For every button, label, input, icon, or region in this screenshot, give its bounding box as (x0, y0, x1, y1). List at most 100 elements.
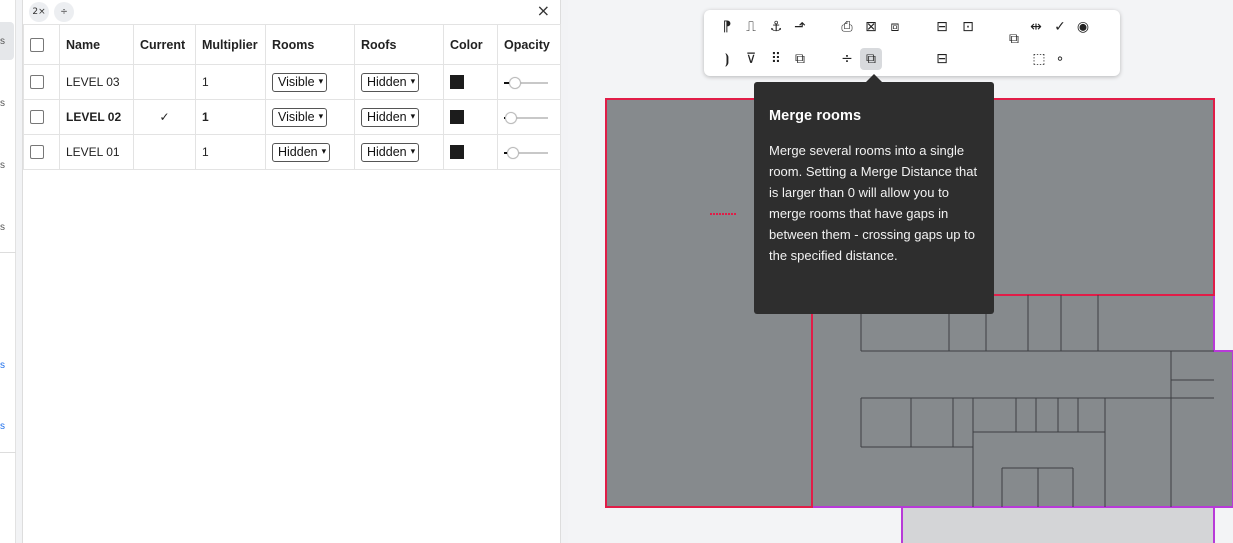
level-name[interactable]: LEVEL 01 (59, 134, 134, 170)
column-header-rooms[interactable]: Rooms (265, 24, 355, 65)
spacing-button[interactable]: ÷ (54, 2, 74, 22)
column-header-current[interactable]: Current (133, 24, 196, 65)
row-select-cell[interactable] (23, 134, 60, 170)
rooms-select-value: Visible (278, 110, 315, 124)
sidebar-item-fragment[interactable]: s (0, 421, 5, 432)
chevron-down-icon: ▾ (410, 147, 416, 157)
sidebar-item-fragment[interactable]: s (0, 160, 5, 171)
roofs-cell: Hidden ▾ (354, 134, 444, 170)
current-indicator[interactable]: ✓ (133, 99, 196, 135)
roofs-select[interactable]: Hidden ▾ (361, 107, 420, 127)
distribute-tool-icon[interactable]: ÷ (836, 48, 858, 70)
sidebar-item-fragment[interactable]: s (0, 36, 5, 47)
select-all-header[interactable] (23, 24, 60, 65)
row-checkbox[interactable] (30, 110, 44, 125)
column-header-color[interactable]: Color (443, 24, 498, 65)
multiplier-value[interactable]: 1 (195, 64, 266, 100)
center-square-tool-icon[interactable]: ⊡ (957, 16, 979, 38)
multiplier-button[interactable]: 2× (29, 2, 49, 22)
chevron-down-icon: ▾ (318, 77, 324, 87)
tooltip-title: Merge rooms (769, 108, 862, 124)
rooms-select[interactable]: Visible ▾ (272, 107, 328, 127)
sidebar-item-fragment[interactable]: s (0, 222, 5, 233)
multiplier-value[interactable]: 1 (195, 134, 266, 170)
opacity-cell (497, 64, 561, 100)
grid-dots-tool-icon[interactable]: ⠿ (765, 48, 787, 70)
column-header-roofs[interactable]: Roofs (354, 24, 444, 65)
dotted-box-tool-icon[interactable]: ⬚ (1028, 48, 1050, 70)
current-indicator[interactable] (133, 64, 196, 100)
circle-tool-icon[interactable]: ∘ (1049, 48, 1071, 70)
slider-thumb[interactable] (507, 146, 519, 159)
row-checkbox[interactable] (30, 145, 44, 160)
level-name[interactable]: LEVEL 03 (59, 64, 134, 100)
column-header-name[interactable]: Name (59, 24, 134, 65)
level-row[interactable]: LEVEL 02 ✓ 1 Visible ▾ Hidden ▾ (23, 99, 561, 135)
rooms-select-value: Hidden (278, 145, 318, 159)
opacity-slider[interactable] (504, 76, 548, 89)
crossed-box-tool-icon[interactable]: ⊠ (860, 16, 882, 38)
color-cell (443, 64, 498, 100)
sidebar-divider (0, 452, 16, 453)
merge-rooms-tool-icon[interactable]: ⧉ (860, 48, 882, 70)
rooms-select[interactable]: Hidden ▾ (272, 142, 331, 162)
roofs-cell: Hidden ▾ (354, 99, 444, 135)
column-header-opacity[interactable]: Opacity (497, 24, 561, 65)
slider-thumb[interactable] (509, 76, 521, 89)
rooms-select-value: Visible (278, 75, 315, 89)
levels-table: Name Current Multiplier Rooms Roofs Colo… (23, 24, 561, 170)
corner-arrow-tool-icon[interactable]: ⬏ (789, 16, 811, 38)
row-select-cell[interactable] (23, 64, 60, 100)
column-header-multiplier[interactable]: Multiplier (195, 24, 266, 65)
opacity-cell (497, 99, 561, 135)
multiplier-value[interactable]: 1 (195, 99, 266, 135)
anchor-tool-icon[interactable]: ⚓ (765, 16, 787, 38)
overlap-squares-tool-icon[interactable]: ⧉ (1003, 28, 1025, 50)
row-checkbox[interactable] (30, 75, 44, 90)
light-room (901, 506, 1215, 543)
color-swatch[interactable] (450, 145, 464, 160)
color-swatch[interactable] (450, 110, 464, 125)
eye-tool-icon[interactable]: ◉ (1072, 16, 1094, 38)
row-select-cell[interactable] (23, 99, 60, 135)
slider-thumb[interactable] (505, 111, 517, 124)
step-line-tool-icon[interactable]: ⎍ (740, 16, 762, 38)
inset-box-tool-icon[interactable]: ⧈ (884, 16, 906, 38)
left-sidebar: s s s s s s (0, 0, 16, 543)
panel-toolbar: 2× ÷ × (23, 0, 560, 24)
opacity-cell (497, 134, 561, 170)
roofs-select-value: Hidden (367, 110, 407, 124)
rooms-select[interactable]: Visible ▾ (272, 72, 328, 92)
tooltip-body: Merge several rooms into a single room. … (769, 143, 978, 263)
chevron-down-icon: ▾ (410, 112, 416, 122)
tool-palette: ⁋ ⎍ ⚓ ⬏ ⎙ ⊠ ⧈ ⊟ ⊡ ⧉ ⇹ ✓ ◉ ⦘ ⊽ ⠿ ⧉ ÷ ⧉ ⊟ ⬚ ∘ (704, 10, 1120, 76)
opacity-slider[interactable] (504, 111, 548, 124)
color-swatch[interactable] (450, 75, 464, 90)
split-window-tool-icon[interactable]: ⊟ (931, 16, 953, 38)
color-cell (443, 134, 498, 170)
lamp-tool-icon[interactable]: ⊽ (740, 48, 762, 70)
bracket-split-tool-icon[interactable]: ⦘ (716, 48, 738, 70)
sidebar-item-fragment[interactable]: s (0, 98, 5, 109)
select-all-checkbox[interactable] (30, 37, 44, 52)
minus-box-tool-icon[interactable]: ⊟ (931, 48, 953, 70)
current-indicator[interactable] (133, 134, 196, 170)
roofs-select[interactable]: Hidden ▾ (361, 72, 420, 92)
sidebar-item-fragment[interactable]: s (0, 360, 5, 371)
roofs-select[interactable]: Hidden ▾ (361, 142, 420, 162)
level-row[interactable]: LEVEL 01 1 Hidden ▾ Hidden ▾ (23, 134, 561, 170)
opacity-slider[interactable] (504, 146, 548, 159)
chevron-down-icon: ▾ (321, 147, 327, 157)
chevron-down-icon: ▾ (410, 77, 416, 87)
table-header-row: Name Current Multiplier Rooms Roofs Colo… (23, 24, 561, 65)
check-tool-icon[interactable]: ✓ (1049, 16, 1071, 38)
overlap-box-tool-icon[interactable]: ⧉ (789, 48, 811, 70)
level-name[interactable]: LEVEL 02 (59, 99, 134, 135)
label-area-tool-icon[interactable]: ⁋ (716, 16, 738, 38)
print-layout-tool-icon[interactable]: ⎙ (836, 16, 858, 38)
rooms-cell: Hidden ▾ (265, 134, 355, 170)
close-panel-button[interactable]: × (537, 1, 550, 20)
color-cell (443, 99, 498, 135)
level-row[interactable]: LEVEL 03 1 Visible ▾ Hidden ▾ (23, 64, 561, 100)
align-center-tool-icon[interactable]: ⇹ (1025, 16, 1047, 38)
